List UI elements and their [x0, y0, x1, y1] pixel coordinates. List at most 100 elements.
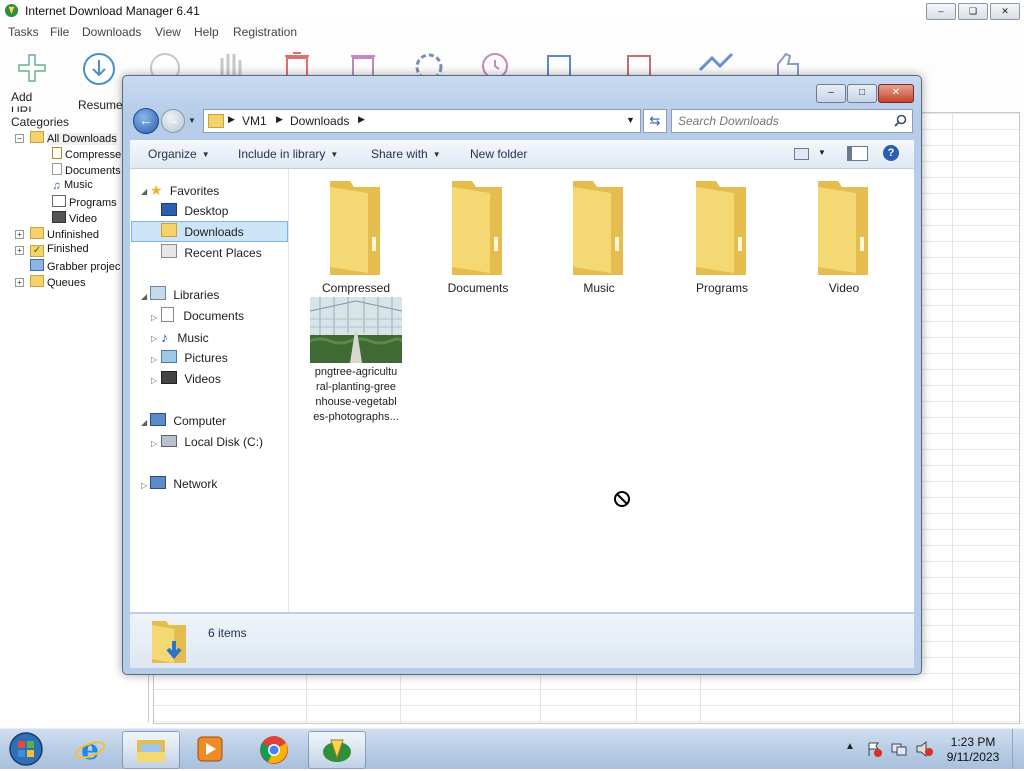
breadcrumb-separator-icon[interactable]: ▶ [358, 114, 365, 125]
start-button[interactable] [6, 730, 46, 768]
refresh-button[interactable]: ⇆ [643, 109, 667, 133]
explorer-maximize-button[interactable]: □ [847, 84, 877, 103]
add-url-button[interactable]: Add URL [8, 50, 56, 118]
expand-triangle-icon[interactable]: ▷ [151, 439, 157, 448]
address-dropdown-icon[interactable]: ▼ [626, 115, 635, 125]
expand-triangle-icon[interactable]: ▷ [151, 355, 157, 364]
folder-compressed[interactable]: Compressed [306, 175, 406, 295]
idm-maximize-button[interactable]: ❑ [958, 3, 988, 20]
nav-local-disk[interactable]: Local Disk (C:) [161, 432, 263, 452]
expand-triangle-icon[interactable]: ▷ [151, 334, 157, 343]
back-button[interactable]: ← [133, 108, 159, 134]
volume-muted-icon[interactable] [915, 741, 933, 757]
expand-triangle-icon[interactable]: ▷ [151, 376, 157, 385]
start-queue-icon[interactable] [544, 50, 578, 76]
action-center-flag-icon[interactable] [866, 741, 882, 757]
breadcrumb-downloads[interactable]: Downloads [290, 114, 349, 128]
taskbar-media-player[interactable] [182, 731, 238, 767]
nav-lib-pictures[interactable]: Pictures [161, 348, 228, 368]
category-video[interactable]: Video [52, 211, 97, 225]
recent-pages-dropdown[interactable]: ▼ [188, 116, 196, 125]
show-desktop-button[interactable] [1012, 729, 1024, 769]
show-hidden-icons-button[interactable]: ▲ [845, 741, 855, 752]
collapse-triangle-icon[interactable]: ◢ [141, 292, 147, 301]
include-in-library-menu[interactable]: Include in library ▼ [238, 147, 338, 161]
explorer-minimize-button[interactable]: – [816, 84, 846, 103]
category-finished[interactable]: ✓ Finished [30, 243, 89, 257]
folder-programs[interactable]: Programs [672, 175, 772, 295]
folder-video[interactable]: Video [794, 175, 894, 295]
expand-triangle-icon[interactable]: ▷ [151, 313, 157, 322]
delete-trash-icon[interactable] [282, 50, 312, 76]
menu-help[interactable]: Help [194, 25, 219, 39]
menu-registration[interactable]: Registration [233, 25, 297, 39]
category-all-downloads[interactable]: All Downloads [30, 131, 117, 145]
category-queues[interactable]: Queues [30, 275, 86, 289]
expand-toggle[interactable]: + [15, 230, 24, 239]
new-folder-button[interactable]: New folder [470, 147, 527, 161]
taskbar-explorer[interactable] [122, 731, 180, 769]
collapse-triangle-icon[interactable]: ◢ [141, 187, 147, 196]
preview-pane-icon[interactable] [847, 146, 868, 161]
menu-tasks[interactable]: Tasks [8, 25, 39, 39]
expand-toggle[interactable]: + [15, 246, 24, 255]
forward-button[interactable]: → [161, 109, 185, 133]
breadcrumb-separator-icon[interactable]: ▶ [276, 114, 283, 125]
search-box[interactable] [671, 109, 913, 133]
expand-toggle[interactable]: + [15, 278, 24, 287]
system-clock[interactable]: 1:23 PM 9/11/2023 [940, 735, 1006, 765]
address-bar[interactable]: ▶ VM1 ▶ Downloads ▶ ▼ [203, 109, 641, 133]
menu-view[interactable]: View [155, 25, 181, 39]
nav-computer[interactable]: Computer [150, 411, 226, 431]
category-programs[interactable]: Programs [52, 195, 117, 209]
stop-icon[interactable] [148, 52, 182, 76]
category-unfinished[interactable]: Unfinished [30, 227, 99, 241]
menu-file[interactable]: File [50, 25, 69, 39]
expand-triangle-icon[interactable]: ▷ [141, 481, 147, 490]
nav-downloads[interactable]: Downloads [161, 222, 244, 242]
expand-toggle[interactable]: – [15, 134, 24, 143]
view-dropdown-icon[interactable]: ▼ [818, 148, 826, 157]
tell-a-friend-icon[interactable] [770, 50, 806, 76]
options-gear-icon[interactable] [412, 50, 446, 76]
nav-lib-documents[interactable]: Documents [161, 306, 244, 326]
grabber-icon[interactable] [696, 50, 740, 76]
menu-downloads[interactable]: Downloads [82, 25, 141, 39]
nav-network[interactable]: Network [150, 474, 217, 494]
search-input[interactable] [678, 114, 878, 128]
delete-completed-icon[interactable] [348, 50, 378, 76]
file-list[interactable]: Compressed Documents Music Programs Vide… [289, 169, 914, 612]
folder-music[interactable]: Music [549, 175, 649, 295]
stop-queue-icon[interactable] [624, 50, 658, 76]
help-icon[interactable]: ? [883, 145, 899, 161]
search-icon[interactable] [894, 114, 907, 127]
taskbar-internet-explorer[interactable]: e [62, 731, 118, 767]
collapse-triangle-icon[interactable]: ◢ [141, 418, 147, 427]
explorer-close-button[interactable]: ✕ [878, 84, 914, 103]
change-view-icon[interactable] [794, 148, 809, 160]
category-documents[interactable]: Documents [52, 163, 121, 177]
nav-desktop[interactable]: Desktop [161, 201, 228, 221]
resume-button[interactable]: Resume [74, 50, 123, 112]
organize-menu[interactable]: Organize ▼ [148, 147, 210, 161]
idm-close-button[interactable]: ✕ [990, 3, 1020, 20]
dropdown-caret-icon: ▼ [330, 150, 339, 159]
breadcrumb-vm1[interactable]: VM1 [242, 114, 267, 128]
share-with-menu[interactable]: Share with ▼ [371, 147, 441, 161]
category-music[interactable]: ♫ Music [52, 179, 92, 192]
nav-lib-videos[interactable]: Videos [161, 369, 221, 389]
idm-minimize-button[interactable]: – [926, 3, 956, 20]
nav-lib-music[interactable]: ♪ Music [161, 327, 209, 347]
image-file-greenhouse[interactable]: pngtree-agricultu ral-planting-gree nhou… [306, 295, 406, 435]
scheduler-clock-icon[interactable] [478, 50, 512, 76]
taskbar-idm[interactable] [308, 731, 366, 769]
folder-documents[interactable]: Documents [428, 175, 528, 295]
stop-all-hand-icon[interactable] [214, 50, 248, 76]
network-status-icon[interactable] [891, 741, 907, 757]
category-compressed[interactable]: Compresse [52, 147, 121, 161]
nav-recent-places[interactable]: Recent Places [161, 243, 262, 263]
category-grabber-projects[interactable]: Grabber projec [30, 259, 120, 273]
nav-favorites[interactable]: ★ Favorites [150, 180, 219, 200]
nav-libraries[interactable]: Libraries [150, 285, 219, 305]
taskbar-chrome[interactable] [246, 731, 302, 767]
